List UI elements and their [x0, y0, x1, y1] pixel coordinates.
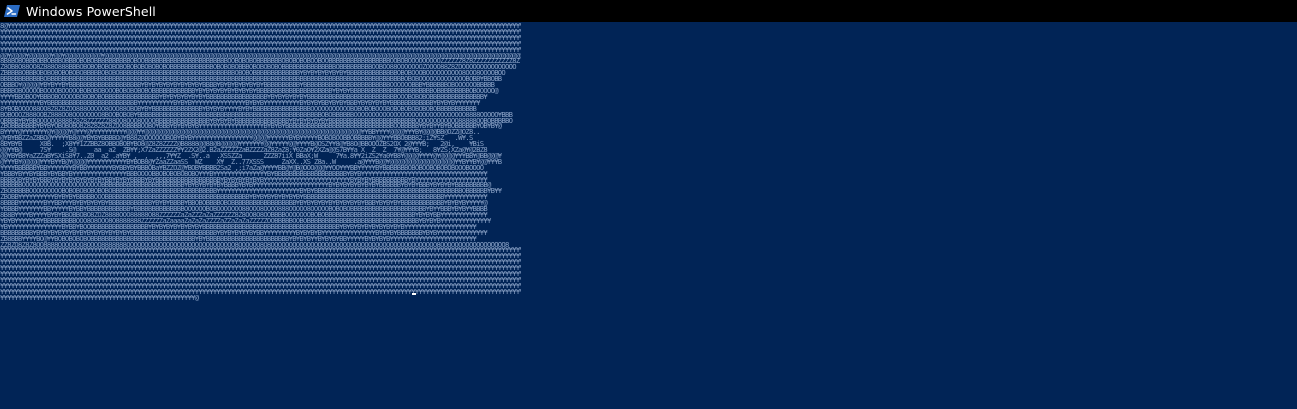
powershell-window: Windows PowerShell 8@¥¥¥¥¥¥¥¥¥¥¥¥¥¥¥¥¥¥¥…: [0, 0, 1297, 409]
powershell-icon[interactable]: [4, 3, 20, 19]
text-cursor: [412, 293, 416, 295]
console-area[interactable]: 8@¥¥¥¥¥¥¥¥¥¥¥¥¥¥¥¥¥¥¥¥¥¥¥¥¥¥¥¥¥¥¥¥¥¥¥¥¥¥…: [0, 23, 1297, 409]
title-bar[interactable]: Windows PowerShell: [0, 0, 1297, 22]
console-output: 8@¥¥¥¥¥¥¥¥¥¥¥¥¥¥¥¥¥¥¥¥¥¥¥¥¥¥¥¥¥¥¥¥¥¥¥¥¥¥…: [0, 23, 521, 301]
window-title: Windows PowerShell: [26, 3, 156, 19]
